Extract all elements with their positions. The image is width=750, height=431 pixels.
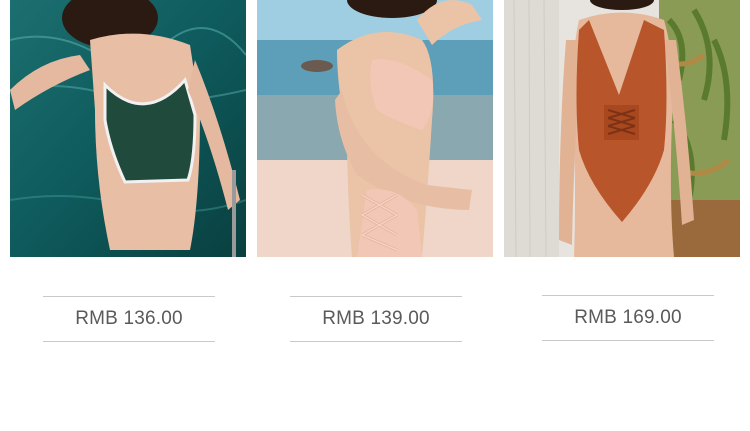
product-price-2: RMB 139.00 — [322, 308, 430, 329]
swimsuit-pink-photo — [257, 0, 493, 257]
price-box-2: RMB 139.00 — [290, 296, 462, 342]
swimsuit-green-photo — [10, 0, 246, 257]
price-box-1: RMB 136.00 — [43, 296, 215, 342]
product-image-2[interactable] — [257, 0, 493, 257]
product-grid: RMB 136.00 RMB 139.00 RMB 169.00 — [0, 0, 750, 431]
product-price-3: RMB 169.00 — [574, 307, 682, 328]
price-box-3: RMB 169.00 — [542, 295, 714, 341]
product-image-3[interactable] — [504, 0, 740, 257]
product-image-1[interactable] — [10, 0, 246, 257]
swimsuit-rust-photo — [504, 0, 740, 257]
product-price-1: RMB 136.00 — [75, 308, 183, 329]
